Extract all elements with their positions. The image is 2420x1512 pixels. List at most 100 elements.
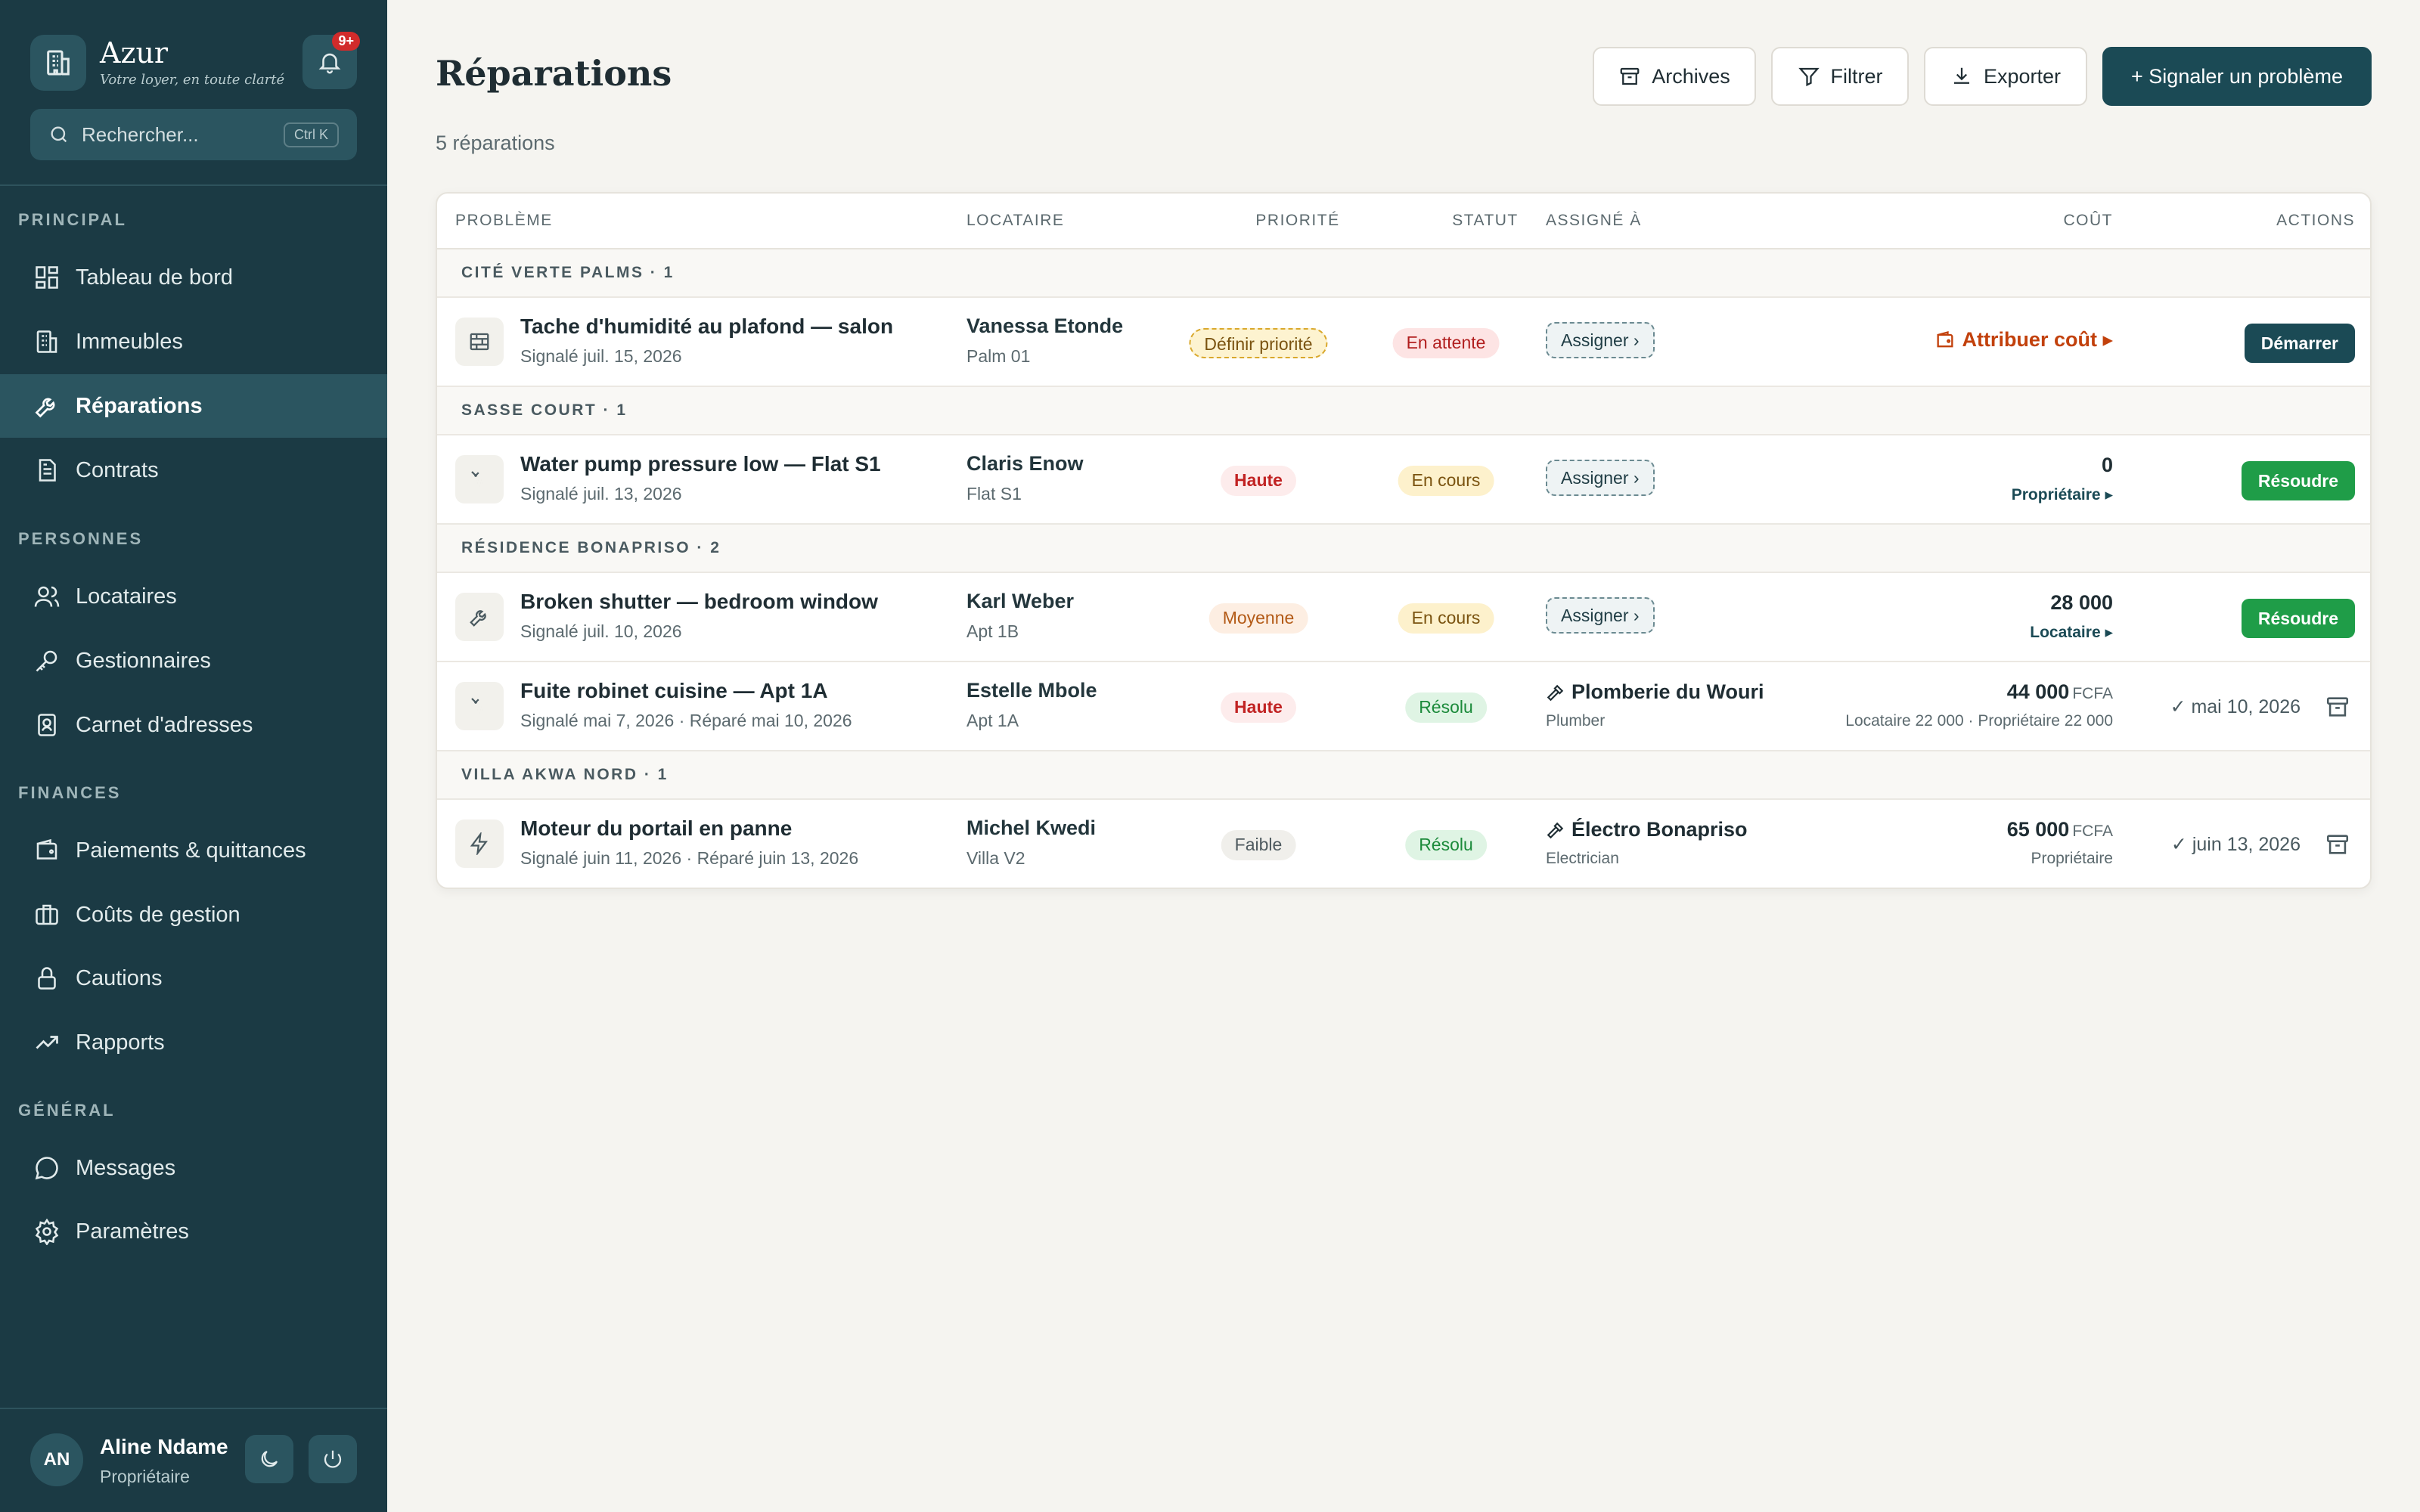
download-icon	[1953, 67, 1969, 84]
sidebar-item-label: Tableau de bord	[76, 265, 233, 290]
sidebar-item-label: Coûts de gestion	[76, 902, 240, 927]
sidebar-item-buildings[interactable]: Immeubles	[0, 310, 387, 373]
problem-title[interactable]: Moteur du portail en panne	[520, 816, 792, 841]
archive-row-button[interactable]	[2325, 832, 2350, 857]
column-assigned[interactable]: ASSIGNÉ À	[1546, 212, 1642, 230]
assignee-name[interactable]: Plomberie du Wouri	[1546, 680, 1764, 704]
page-title: Réparations	[436, 53, 672, 94]
archives-button[interactable]: Archives	[1593, 47, 1756, 106]
tenant-name[interactable]: Michel Kwedi	[966, 816, 1096, 840]
sidebar-item-label: Immeubles	[76, 329, 183, 354]
building-icon	[36, 330, 57, 353]
priority-badge[interactable]: Haute	[1221, 466, 1296, 496]
sidebar-item-label: Gestionnaires	[76, 648, 211, 673]
table-row[interactable]: Fuite robinet cuisine — Apt 1A Signalé m…	[437, 662, 2370, 751]
archive-row-button[interactable]	[2325, 694, 2350, 720]
priority-badge[interactable]: Moyenne	[1208, 603, 1308, 634]
cost-value: 44 000 FCFA	[2006, 680, 2113, 703]
avatar[interactable]: AN	[30, 1433, 83, 1486]
table-row[interactable]: Broken shutter — bedroom window Signalé …	[437, 573, 2370, 662]
export-button[interactable]: Exporter	[1924, 47, 2087, 106]
sidebar-item-label: Paramètres	[76, 1219, 189, 1244]
sidebar-item-deposits[interactable]: Cautions	[0, 947, 387, 1010]
sidebar-item-address-book[interactable]: Carnet d'adresses	[0, 693, 387, 757]
dashboard-icon	[36, 266, 58, 289]
brand[interactable]: Azur Votre loyer, en toute clarté	[30, 35, 284, 91]
sidebar-item-management-costs[interactable]: Coûts de gestion	[0, 883, 387, 947]
table-row[interactable]: Tache d'humidité au plafond — salon Sign…	[437, 298, 2370, 387]
wall-icon	[455, 318, 504, 366]
tenant-name[interactable]: Claris Enow	[966, 452, 1084, 476]
assignee-name[interactable]: Électro Bonapriso	[1546, 818, 1748, 841]
assign-button[interactable]: Assigner ›	[1546, 322, 1655, 358]
sidebar-item-messages[interactable]: Messages	[0, 1136, 387, 1200]
status-badge: En attente	[1392, 328, 1500, 358]
sidebar-item-managers[interactable]: Gestionnaires	[0, 629, 387, 692]
cost-split: Propriétaire	[2031, 850, 2113, 867]
repairs-count: 5 réparations	[436, 132, 555, 154]
table-row[interactable]: Water pump pressure low — Flat S1 Signal…	[437, 435, 2370, 525]
assign-button[interactable]: Assigner ›	[1546, 460, 1655, 496]
sidebar-item-payments[interactable]: Paiements & quittances	[0, 819, 387, 882]
problem-date: Signalé juil. 15, 2026	[520, 346, 682, 366]
archive-icon	[2326, 697, 2349, 717]
archive-icon	[1620, 67, 1640, 85]
nav-section-principal: PRINCIPAL	[18, 210, 127, 229]
column-priority[interactable]: PRIORITÉ	[1222, 212, 1373, 230]
cost-value: 0	[2101, 454, 2113, 476]
shower-icon	[455, 682, 504, 730]
column-status[interactable]: STATUT	[1410, 212, 1561, 230]
nav-section-personnes: PERSONNES	[18, 529, 144, 548]
table-header: PROBLÈME LOCATAIRE PRIORITÉ STATUT ASSIG…	[437, 194, 2370, 249]
assign-button[interactable]: Assigner ›	[1546, 597, 1655, 634]
app-name: Azur	[100, 36, 169, 70]
chat-icon	[35, 1157, 58, 1180]
start-button[interactable]: Démarrer	[2244, 324, 2355, 363]
sidebar-item-label: Rapports	[76, 1030, 165, 1055]
sidebar-item-repairs[interactable]: Réparations	[0, 374, 387, 438]
users-icon	[34, 586, 60, 607]
search-input[interactable]: Rechercher... Ctrl K	[30, 109, 357, 160]
filter-button[interactable]: Filtrer	[1771, 47, 1909, 106]
resolve-button[interactable]: Résoudre	[2241, 599, 2355, 638]
status-badge: En cours	[1398, 603, 1494, 634]
sidebar-item-dashboard[interactable]: Tableau de bord	[0, 246, 387, 309]
notifications-button[interactable]: 9+	[302, 32, 360, 89]
sidebar-item-settings[interactable]: Paramètres	[0, 1200, 387, 1263]
tenant-name[interactable]: Estelle Mbole	[966, 679, 1097, 702]
cost-payer-link[interactable]: Propriétaire ▸	[2012, 485, 2113, 504]
sidebar-item-contracts[interactable]: Contrats	[0, 438, 387, 502]
problem-title[interactable]: Fuite robinet cuisine — Apt 1A	[520, 679, 828, 703]
power-icon	[324, 1450, 342, 1468]
trend-icon	[36, 1036, 58, 1049]
column-problem[interactable]: PROBLÈME	[455, 212, 553, 230]
search-shortcut: Ctrl K	[284, 122, 339, 147]
column-cost[interactable]: COÛT	[2064, 212, 2114, 230]
set-priority-button[interactable]: Définir priorité	[1189, 328, 1328, 358]
tenant-unit: Palm 01	[966, 346, 1031, 366]
problem-title[interactable]: Tache d'humidité au plafond — salon	[520, 314, 893, 339]
problem-title[interactable]: Broken shutter — bedroom window	[520, 590, 878, 614]
problem-date: Signalé mai 7, 2026 · Réparé mai 10, 202…	[520, 711, 852, 730]
theme-toggle-button[interactable]	[245, 1435, 293, 1483]
sidebar-item-label: Carnet d'adresses	[76, 712, 253, 737]
sidebar-item-tenants[interactable]: Locataires	[0, 565, 387, 628]
tenant-name[interactable]: Karl Weber	[966, 590, 1074, 613]
user-name: Aline Ndame	[100, 1435, 228, 1458]
nav-section-finances: FINANCES	[18, 783, 122, 802]
column-tenant[interactable]: LOCATAIRE	[966, 212, 1064, 230]
problem-date: Signalé juil. 13, 2026	[520, 484, 682, 503]
resolve-button[interactable]: Résoudre	[2241, 461, 2355, 500]
briefcase-icon	[36, 904, 58, 925]
sidebar-item-reports[interactable]: Rapports	[0, 1011, 387, 1074]
tenant-unit: Apt 1B	[966, 621, 1019, 641]
archive-icon	[2326, 835, 2349, 854]
logout-button[interactable]	[309, 1435, 357, 1483]
problem-title[interactable]: Water pump pressure low — Flat S1	[520, 452, 881, 476]
tenant-name[interactable]: Vanessa Etonde	[966, 314, 1123, 338]
cost-payer-link[interactable]: Locataire ▸	[2030, 623, 2113, 642]
assign-cost-button[interactable]: Attribuer coût ▸	[1934, 328, 2113, 352]
table-row[interactable]: Moteur du portail en panne Signalé juin …	[437, 800, 2370, 888]
report-problem-button[interactable]: + Signaler un problème	[2102, 47, 2372, 106]
sidebar-item-label: Paiements & quittances	[76, 838, 306, 863]
